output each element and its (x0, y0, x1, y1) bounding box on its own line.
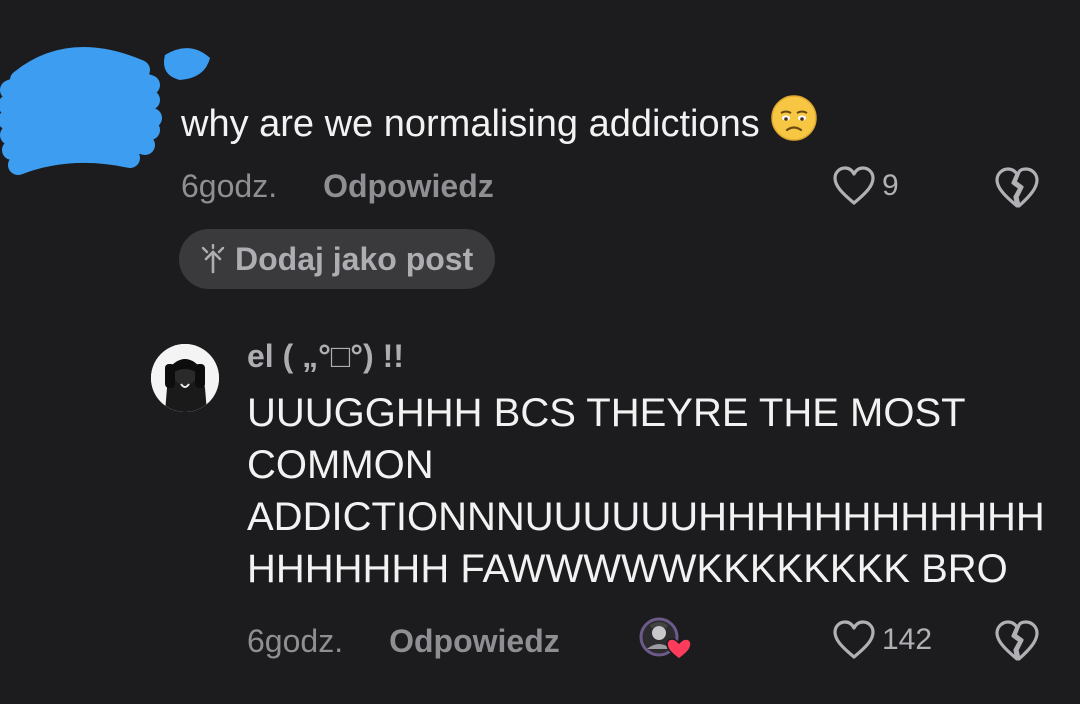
reply-time: 6godz. (247, 622, 344, 659)
comment-like-count: 9 (882, 169, 899, 202)
reply-like-button[interactable]: 142 (832, 619, 932, 661)
heart-outline-icon (833, 620, 875, 659)
broken-heart-outline-icon (995, 167, 1039, 208)
reply-text: UUUGGHHH BCS THEYRE THE MOST COMMON ADDI… (247, 391, 1045, 591)
comment-time: 6godz. (181, 167, 278, 204)
comment-text-body: why are we normalising addictions (181, 103, 760, 145)
comment-like-button[interactable]: 9 (832, 165, 899, 207)
worried-face-emoji (770, 94, 818, 153)
comment-meta-row: 6godz. Odpowiedz (181, 164, 494, 208)
reply-like-count: 142 (882, 623, 933, 656)
add-as-post-button[interactable]: Dodaj jako post (179, 229, 496, 289)
comment-dislike-button[interactable] (994, 166, 1040, 215)
sparkle-arrow-icon (201, 244, 225, 274)
reply-reply-button[interactable]: Odpowiedz (389, 623, 560, 660)
reply-author-name[interactable]: el ( „°□°) !! (247, 338, 404, 375)
heart-outline-icon (833, 166, 875, 205)
reply-meta-row: 6godz. Odpowiedz (247, 619, 560, 663)
comment-text: why are we normalising addictions (181, 94, 818, 153)
creator-liked-badge[interactable] (637, 615, 693, 663)
broken-heart-outline-icon (995, 620, 1039, 661)
add-as-post-label: Dodaj jako post (235, 240, 474, 277)
reply-author-avatar[interactable] (151, 344, 219, 412)
comment-reply-button[interactable]: Odpowiedz (323, 168, 494, 205)
reply-dislike-button[interactable] (994, 619, 1040, 668)
